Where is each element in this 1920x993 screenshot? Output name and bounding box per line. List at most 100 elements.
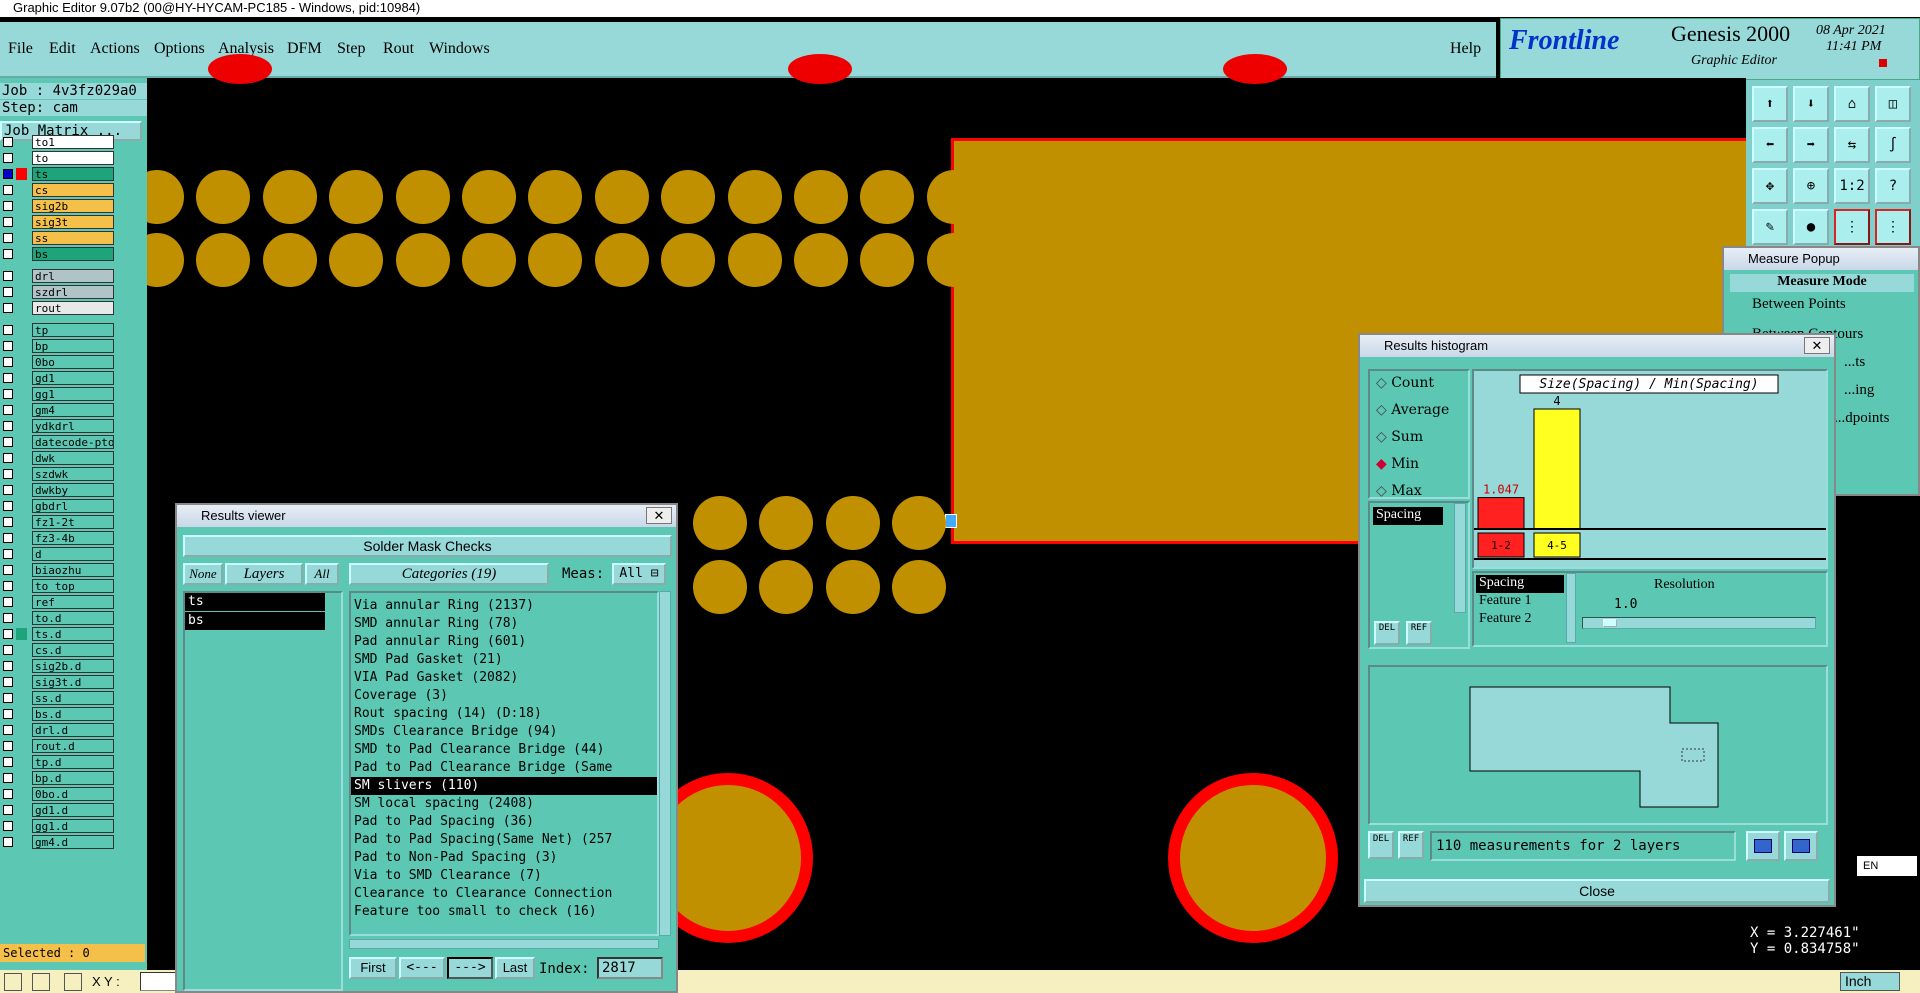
menu-windows[interactable]: Windows (429, 40, 490, 58)
layer-row[interactable]: bp (0, 339, 118, 353)
layer-checkbox[interactable] (3, 453, 13, 463)
layer-checkbox[interactable] (3, 469, 13, 479)
layer-name[interactable]: 0bo.d (32, 787, 114, 801)
layer-row[interactable]: bs.d (0, 707, 118, 721)
meas-select[interactable]: All ⊟ (612, 563, 666, 585)
layer-name[interactable]: bs (32, 247, 114, 261)
layer-row[interactable]: ts (0, 167, 118, 181)
layer-color-swatch[interactable] (16, 184, 27, 196)
category-item[interactable]: Rout spacing (14) (D:18) (351, 705, 657, 723)
first-button[interactable]: First (349, 957, 397, 979)
layer-name[interactable]: ts.d (32, 627, 114, 641)
layer-color-swatch[interactable] (16, 484, 27, 496)
layer-checkbox[interactable] (3, 693, 13, 703)
category-item[interactable]: SM slivers (110) (351, 777, 657, 795)
layer-row[interactable]: dwk (0, 451, 118, 465)
measure-option-5[interactable]: ...dpoints (1834, 410, 1889, 427)
scale-icon[interactable]: 1:2 (1834, 168, 1870, 204)
layer-row[interactable]: 0bo.d (0, 787, 118, 801)
pad[interactable] (329, 170, 384, 224)
layer-color-swatch[interactable] (16, 708, 27, 720)
category-item[interactable]: Via annular Ring (2137) (351, 597, 657, 615)
home-icon[interactable]: ⌂ (1834, 86, 1870, 122)
layer-checkbox[interactable] (3, 341, 13, 351)
layer-row[interactable]: gbdrl (0, 499, 118, 513)
category-item[interactable]: SM local spacing (2408) (351, 795, 657, 813)
category-item[interactable]: SMDs Clearance Bridge (94) (351, 723, 657, 741)
category-item[interactable]: Pad to Pad Clearance Bridge (Same (351, 759, 657, 777)
ref-button-2[interactable]: REF (1398, 831, 1424, 859)
del-button-2[interactable]: DEL (1368, 831, 1394, 859)
layer-color-swatch[interactable] (16, 804, 27, 816)
categories-button[interactable]: Categories (19) (349, 563, 549, 585)
layer-color-swatch[interactable] (16, 388, 27, 400)
layer-name[interactable]: gd1.d (32, 803, 114, 817)
help-icon[interactable]: ? (1875, 168, 1911, 204)
layer-row[interactable]: szdrl (0, 285, 118, 299)
layer-color-swatch[interactable] (16, 420, 27, 432)
pad[interactable] (825, 496, 880, 550)
layer-row[interactable]: sig3t (0, 215, 118, 229)
index-input[interactable]: 2817 (597, 957, 663, 979)
layer-row[interactable]: tp (0, 323, 118, 337)
layer-row[interactable]: to (0, 151, 118, 165)
layer-checkbox[interactable] (3, 757, 13, 767)
layer-name[interactable]: ydkdrl (32, 419, 114, 433)
layer-row[interactable]: bp.d (0, 771, 118, 785)
category-item[interactable]: SMD Pad Gasket (21) (351, 651, 657, 669)
pad[interactable] (892, 560, 947, 614)
layer-row[interactable]: drl.d (0, 723, 118, 737)
layer-row[interactable]: to_top (0, 579, 118, 593)
ref-button[interactable]: REF (1406, 621, 1432, 645)
layer-color-swatch[interactable] (16, 692, 27, 704)
category-item[interactable]: Pad to Non-Pad Spacing (3) (351, 849, 657, 867)
layer-row[interactable]: gm4 (0, 403, 118, 417)
layer-checkbox[interactable] (3, 153, 13, 163)
layer-row[interactable]: cs.d (0, 643, 118, 657)
pad[interactable] (262, 170, 317, 224)
layer-name[interactable]: szdwk (32, 467, 114, 481)
layer-color-swatch[interactable] (16, 660, 27, 672)
layer-color-swatch[interactable] (16, 516, 27, 528)
menu-options[interactable]: Options (154, 40, 205, 58)
layer-checkbox[interactable] (3, 549, 13, 559)
layers-button[interactable]: Layers (225, 563, 303, 585)
layer-checkbox[interactable] (3, 405, 13, 415)
layer-name[interactable]: gm4 (32, 403, 114, 417)
pad[interactable] (528, 170, 583, 224)
layer-name[interactable]: ref (32, 595, 114, 609)
layer-row[interactable]: gm4.d (0, 835, 118, 849)
layer-color-swatch[interactable] (16, 436, 27, 448)
layer-checkbox[interactable] (3, 169, 13, 179)
layers2-icon[interactable]: ⋮ (1875, 209, 1911, 245)
resolution-field-item[interactable]: Spacing (1476, 575, 1564, 593)
layer-row[interactable]: biaozhu (0, 563, 118, 577)
layer-color-swatch[interactable] (16, 836, 27, 848)
layer-color-swatch[interactable] (16, 740, 27, 752)
layer-color-swatch[interactable] (16, 596, 27, 608)
layer-checkbox[interactable] (3, 357, 13, 367)
layer-checkbox[interactable] (3, 741, 13, 751)
layer-row[interactable]: fz3-4b (0, 531, 118, 545)
layer-row[interactable]: gg1.d (0, 819, 118, 833)
pad[interactable] (794, 233, 848, 287)
pad[interactable] (262, 233, 317, 287)
layer-row[interactable]: to.d (0, 611, 118, 625)
layer-name[interactable]: ss (32, 231, 114, 245)
layer-color-swatch[interactable] (16, 580, 27, 592)
category-item[interactable]: Via to SMD Clearance (7) (351, 867, 657, 885)
zoom-icon[interactable] (4, 973, 22, 991)
slider-thumb[interactable] (1603, 619, 1617, 627)
layer-color-swatch[interactable] (16, 612, 27, 624)
menu-help[interactable]: Help (1450, 40, 1481, 58)
layer-color-swatch[interactable] (16, 232, 27, 244)
layer-checkbox[interactable] (3, 303, 13, 313)
menu-edit[interactable]: Edit (49, 40, 76, 58)
zoom-fit-button[interactable] (1784, 831, 1818, 861)
layer-checkbox[interactable] (3, 501, 13, 511)
menu-actions[interactable]: Actions (90, 40, 140, 58)
layer-color-swatch[interactable] (16, 200, 27, 212)
left-icon[interactable]: ⬅ (1752, 127, 1788, 163)
layer-color-swatch[interactable] (16, 324, 27, 336)
mirror-icon[interactable]: ⇆ (1834, 127, 1870, 163)
